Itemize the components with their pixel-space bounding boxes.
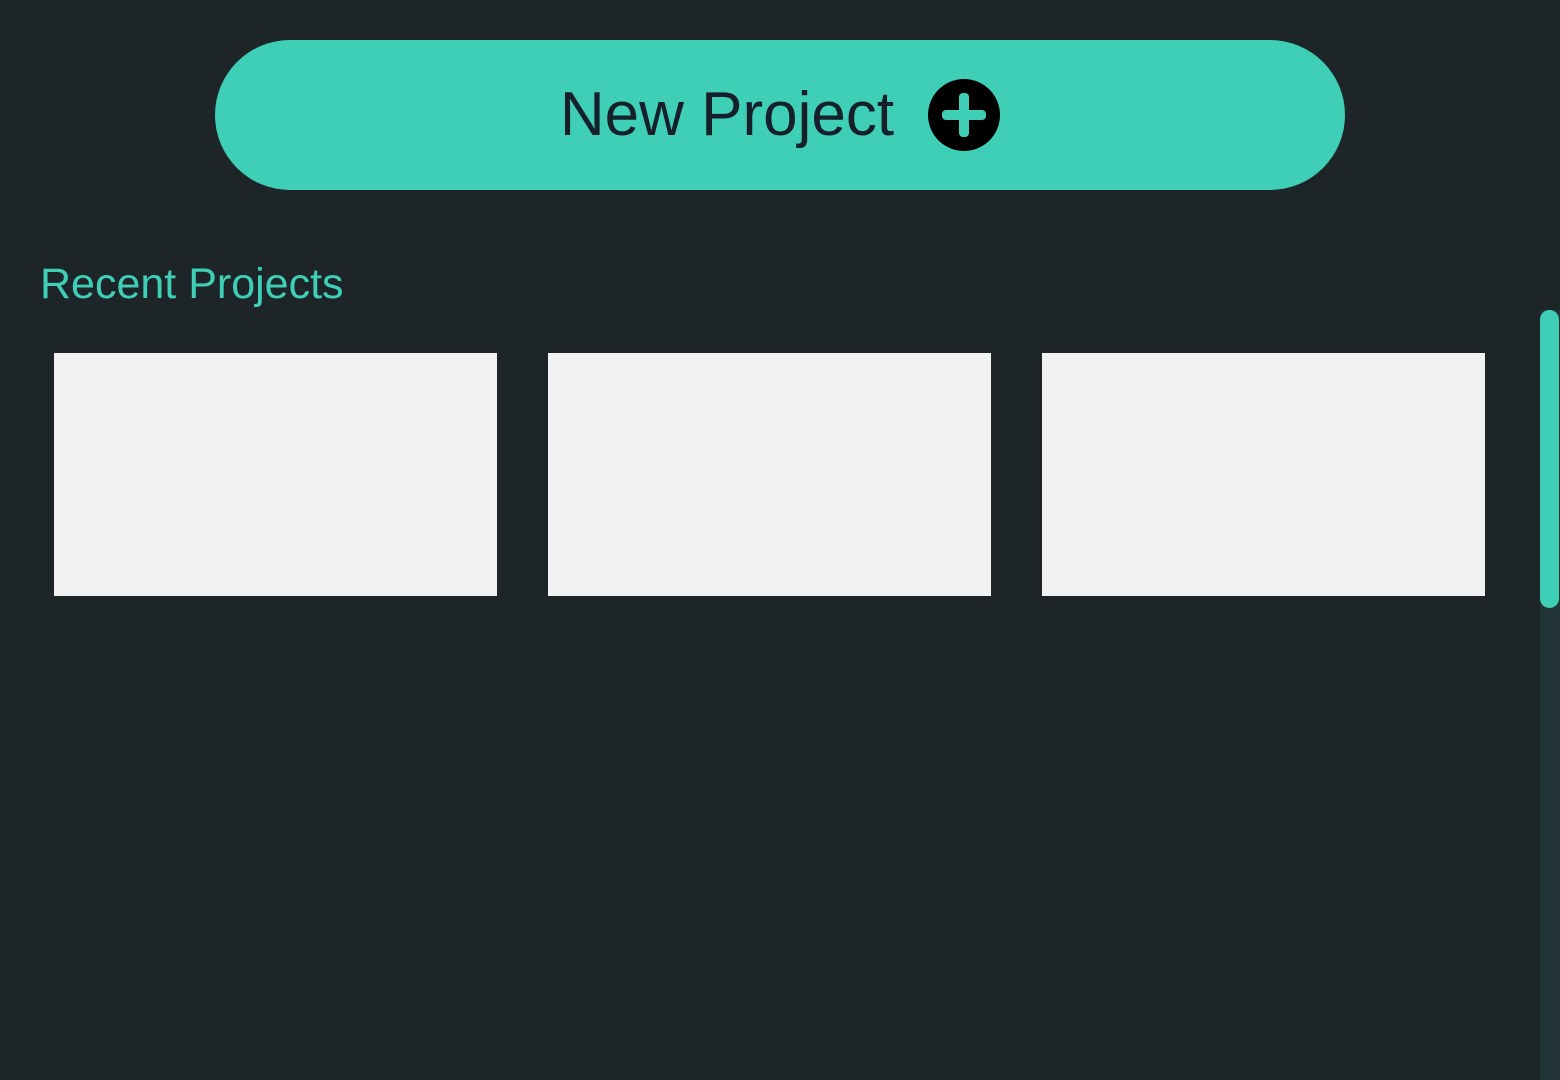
project-card[interactable] <box>54 353 497 596</box>
project-card[interactable] <box>548 353 991 596</box>
new-project-button[interactable]: New Project <box>215 40 1345 190</box>
project-card[interactable] <box>1042 353 1485 596</box>
scrollbar-thumb[interactable] <box>1540 310 1559 608</box>
home-screen: New Project Recent Projects <box>0 0 1560 1080</box>
recent-projects-title: Recent Projects <box>40 260 344 308</box>
plus-circle-icon <box>928 79 1001 151</box>
new-project-label: New Project <box>559 80 895 149</box>
